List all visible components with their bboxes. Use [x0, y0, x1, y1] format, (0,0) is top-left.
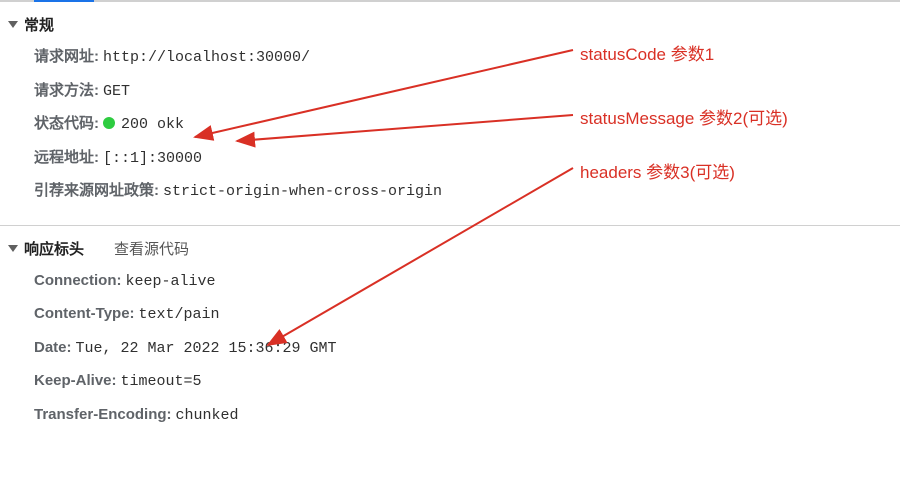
date-value: Tue, 22 Mar 2022 15:36:29 GMT [76, 338, 337, 361]
active-tab-indicator [34, 0, 94, 2]
response-headers-title: 响应标头 [24, 238, 84, 259]
connection-value: keep-alive [126, 271, 216, 294]
content-type-label: Content-Type: [34, 303, 135, 326]
transfer-encoding-value: chunked [176, 405, 239, 428]
keep-alive-value: timeout=5 [121, 371, 202, 394]
transfer-encoding-label: Transfer-Encoding: [34, 404, 172, 427]
keep-alive-row: Keep-Alive: timeout=5 [34, 365, 900, 399]
request-method-row: 请求方法: GET [34, 75, 900, 109]
request-url-row: 请求网址: http://localhost:30000/ [34, 41, 900, 75]
response-headers-body: Connection: keep-alive Content-Type: tex… [0, 263, 900, 443]
date-row: Date: Tue, 22 Mar 2022 15:36:29 GMT [34, 332, 900, 366]
view-source-link[interactable]: 查看源代码 [114, 238, 189, 259]
request-url-label: 请求网址: [34, 46, 99, 69]
keep-alive-label: Keep-Alive: [34, 370, 117, 393]
disclosure-triangle-icon [8, 21, 18, 28]
status-dot-icon [103, 117, 115, 129]
content-type-value: text/pain [139, 304, 220, 327]
connection-label: Connection: [34, 270, 122, 293]
status-code-label: 状态代码: [34, 113, 99, 136]
remote-address-row: 远程地址: [::1]:30000 [34, 142, 900, 176]
general-section-title: 常规 [24, 14, 54, 35]
general-section-header[interactable]: 常规 [0, 10, 900, 39]
status-code-row: 状态代码: 200 okk [34, 108, 900, 142]
content-type-row: Content-Type: text/pain [34, 298, 900, 332]
status-code-text: 200 okk [121, 116, 184, 133]
referrer-policy-value: strict-origin-when-cross-origin [163, 181, 442, 204]
request-method-label: 请求方法: [34, 80, 99, 103]
general-section-body: 请求网址: http://localhost:30000/ 请求方法: GET … [0, 39, 900, 219]
status-code-value: 200 okk [103, 114, 184, 137]
request-method-value: GET [103, 81, 130, 104]
referrer-policy-row: 引荐来源网址政策: strict-origin-when-cross-origi… [34, 175, 900, 209]
general-section: 常规 请求网址: http://localhost:30000/ 请求方法: G… [0, 2, 900, 219]
referrer-policy-label: 引荐来源网址政策: [34, 180, 159, 203]
remote-address-value: [::1]:30000 [103, 148, 202, 171]
request-url-value: http://localhost:30000/ [103, 47, 310, 70]
connection-row: Connection: keep-alive [34, 265, 900, 299]
response-headers-section-header[interactable]: 响应标头 查看源代码 [0, 234, 900, 263]
transfer-encoding-row: Transfer-Encoding: chunked [34, 399, 900, 433]
disclosure-triangle-icon [8, 245, 18, 252]
response-headers-section: 响应标头 查看源代码 Connection: keep-alive Conten… [0, 226, 900, 443]
remote-address-label: 远程地址: [34, 147, 99, 170]
date-label: Date: [34, 337, 72, 360]
